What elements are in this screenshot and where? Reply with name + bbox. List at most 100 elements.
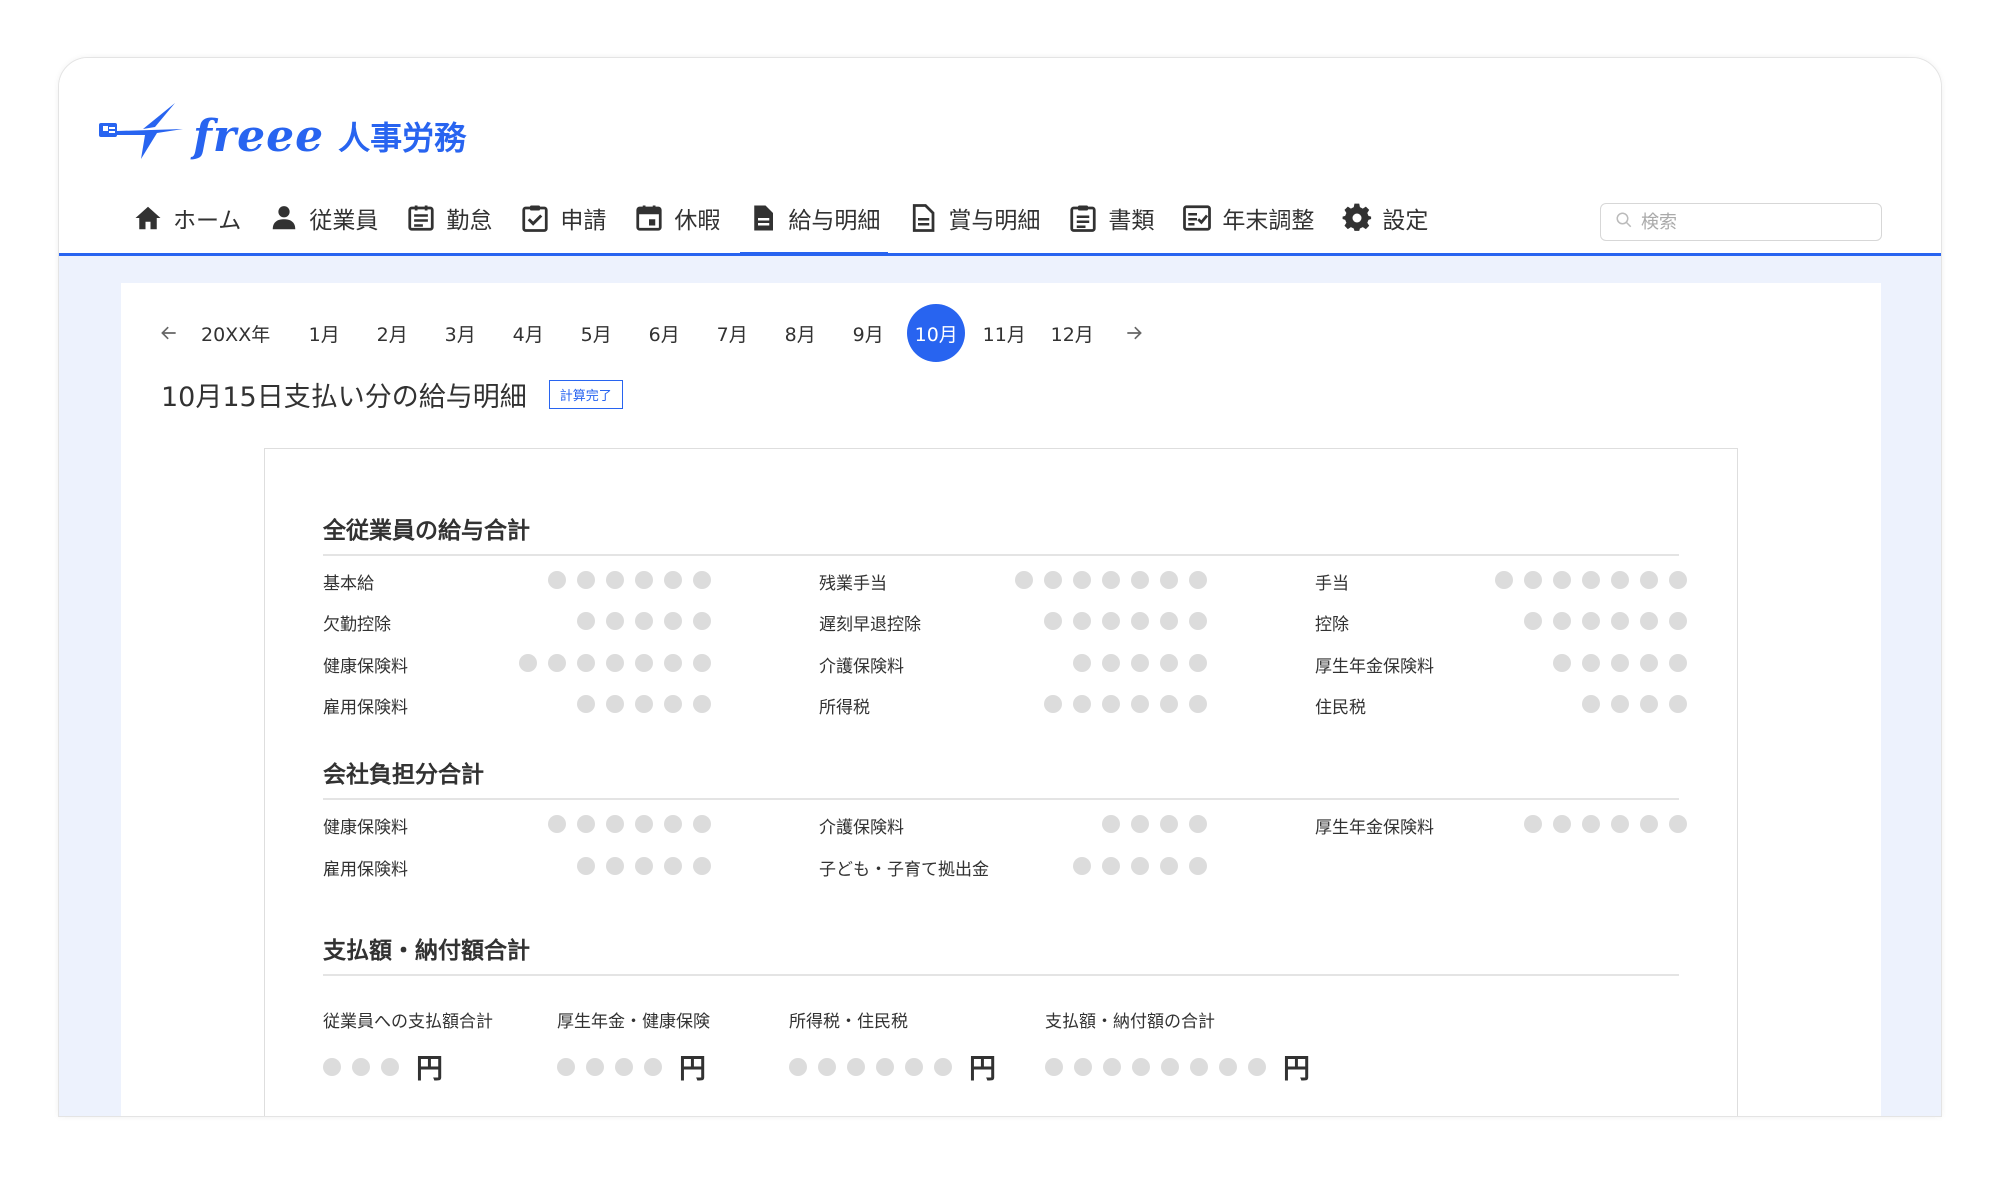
sum-value: 円 (1045, 1047, 1310, 1086)
masked-digit (1160, 654, 1178, 672)
logo-product-name: 人事労務 (338, 119, 467, 157)
nav-home[interactable]: ホーム (119, 198, 255, 256)
masked-digit (577, 571, 595, 589)
masked-value (566, 695, 711, 713)
month-11[interactable]: 11月 (975, 304, 1033, 362)
masked-digit (1045, 1057, 1063, 1076)
freee-logo[interactable]: freee 人事労務 (97, 96, 466, 176)
document-outline-icon (908, 203, 938, 233)
section-title-payment-total: 支払額・納付額合計 (323, 938, 530, 964)
month-5[interactable]: 5月 (567, 304, 625, 362)
month-8[interactable]: 8月 (771, 304, 829, 362)
arrow-left-icon[interactable] (153, 317, 185, 349)
month-2[interactable]: 2月 (363, 304, 421, 362)
masked-digit (635, 612, 653, 630)
month-10-selected[interactable]: 10月 (907, 304, 966, 362)
payslip-panel: 20XX年 1月 2月 3月 4月 5月 6月 7月 8月 9月 10月 11月… (121, 283, 1881, 1116)
item-label: 健康保険料 (323, 818, 408, 838)
item-label: 手当 (1315, 574, 1349, 594)
masked-digit (1553, 815, 1571, 833)
masked-digit (1640, 815, 1658, 833)
nav-requests[interactable]: 申請 (506, 198, 620, 256)
masked-value (566, 857, 711, 875)
masked-digit (1553, 654, 1571, 672)
masked-value (537, 815, 711, 833)
masked-digit (1131, 654, 1149, 672)
nav-settings[interactable]: 設定 (1328, 198, 1442, 256)
person-icon (269, 203, 299, 233)
masked-digit (1669, 571, 1687, 589)
masked-digit (1219, 1057, 1237, 1076)
search-input[interactable] (1641, 211, 1861, 233)
masked-digit (1582, 612, 1600, 630)
summary-card: 全従業員の給与合計 基本給 残業手当 手当 欠勤控除 遅刻早退控除 控除 健康保… (264, 448, 1738, 1116)
masked-digit (693, 695, 711, 713)
search-icon (1615, 211, 1633, 233)
masked-digit (1131, 857, 1149, 875)
nav-label: 申請 (560, 208, 607, 234)
sum-value: 円 (557, 1047, 706, 1086)
arrow-right-icon[interactable] (1118, 317, 1150, 349)
year-label[interactable]: 20XX年 (201, 304, 270, 362)
clipboard-check-icon (520, 203, 550, 233)
month-7[interactable]: 7月 (703, 304, 761, 362)
masked-digit (693, 857, 711, 875)
masked-value (508, 654, 711, 672)
masked-digit (323, 1057, 341, 1076)
masked-digit (664, 815, 682, 833)
month-9[interactable]: 9月 (839, 304, 897, 362)
swallow-logo-icon (97, 99, 187, 173)
masked-digit (1131, 612, 1149, 630)
masked-digit (1160, 571, 1178, 589)
nav-label: 賞与明細 (948, 208, 1041, 234)
nav-leave[interactable]: 休暇 (620, 198, 734, 256)
item-label: 厚生年金保険料 (1315, 657, 1434, 677)
item-label: 雇用保険料 (323, 698, 408, 718)
masked-digit (1669, 654, 1687, 672)
masked-digit (1102, 815, 1120, 833)
masked-digit (1669, 612, 1687, 630)
nav-documents[interactable]: 書類 (1054, 198, 1168, 256)
masked-digit (693, 612, 711, 630)
masked-digit (586, 1057, 604, 1076)
masked-digit (1160, 857, 1178, 875)
masked-digit (1102, 654, 1120, 672)
masked-value (1004, 571, 1207, 589)
masked-value (1571, 695, 1687, 713)
masked-digit (1189, 612, 1207, 630)
item-label: 控除 (1315, 615, 1349, 635)
masked-digit (1524, 612, 1542, 630)
nav-year-end[interactable]: 年末調整 (1168, 198, 1328, 256)
item-label: 介護保険料 (819, 818, 904, 838)
nav-label: 書類 (1108, 208, 1155, 234)
masked-digit (1189, 654, 1207, 672)
masked-digit (1102, 612, 1120, 630)
masked-digit (1161, 1057, 1179, 1076)
nav-employees[interactable]: 従業員 (255, 198, 392, 256)
gear-icon (1342, 203, 1372, 233)
month-6[interactable]: 6月 (635, 304, 693, 362)
masked-digit (1073, 571, 1091, 589)
month-12[interactable]: 12月 (1043, 304, 1101, 362)
nav-label: 設定 (1382, 208, 1429, 234)
search-box[interactable] (1600, 203, 1882, 241)
home-icon (133, 203, 163, 233)
sum-label: 所得税・住民税 (789, 1012, 908, 1032)
masked-digit (577, 695, 595, 713)
masked-value (1542, 654, 1687, 672)
month-1[interactable]: 1月 (295, 304, 353, 362)
month-3[interactable]: 3月 (431, 304, 489, 362)
masked-digit (577, 612, 595, 630)
timecard-icon (406, 203, 436, 233)
masked-digit (1132, 1057, 1150, 1076)
divider (323, 554, 1679, 556)
masked-digit (352, 1057, 370, 1076)
nav-bonus-slip[interactable]: 賞与明細 (894, 198, 1054, 256)
masked-digit (1248, 1057, 1266, 1076)
masked-digit (1073, 857, 1091, 875)
nav-payslip[interactable]: 給与明細 (734, 198, 894, 257)
month-4[interactable]: 4月 (499, 304, 557, 362)
nav-attendance[interactable]: 勤怠 (392, 198, 506, 256)
masked-value (1484, 571, 1687, 589)
masked-digit (606, 695, 624, 713)
